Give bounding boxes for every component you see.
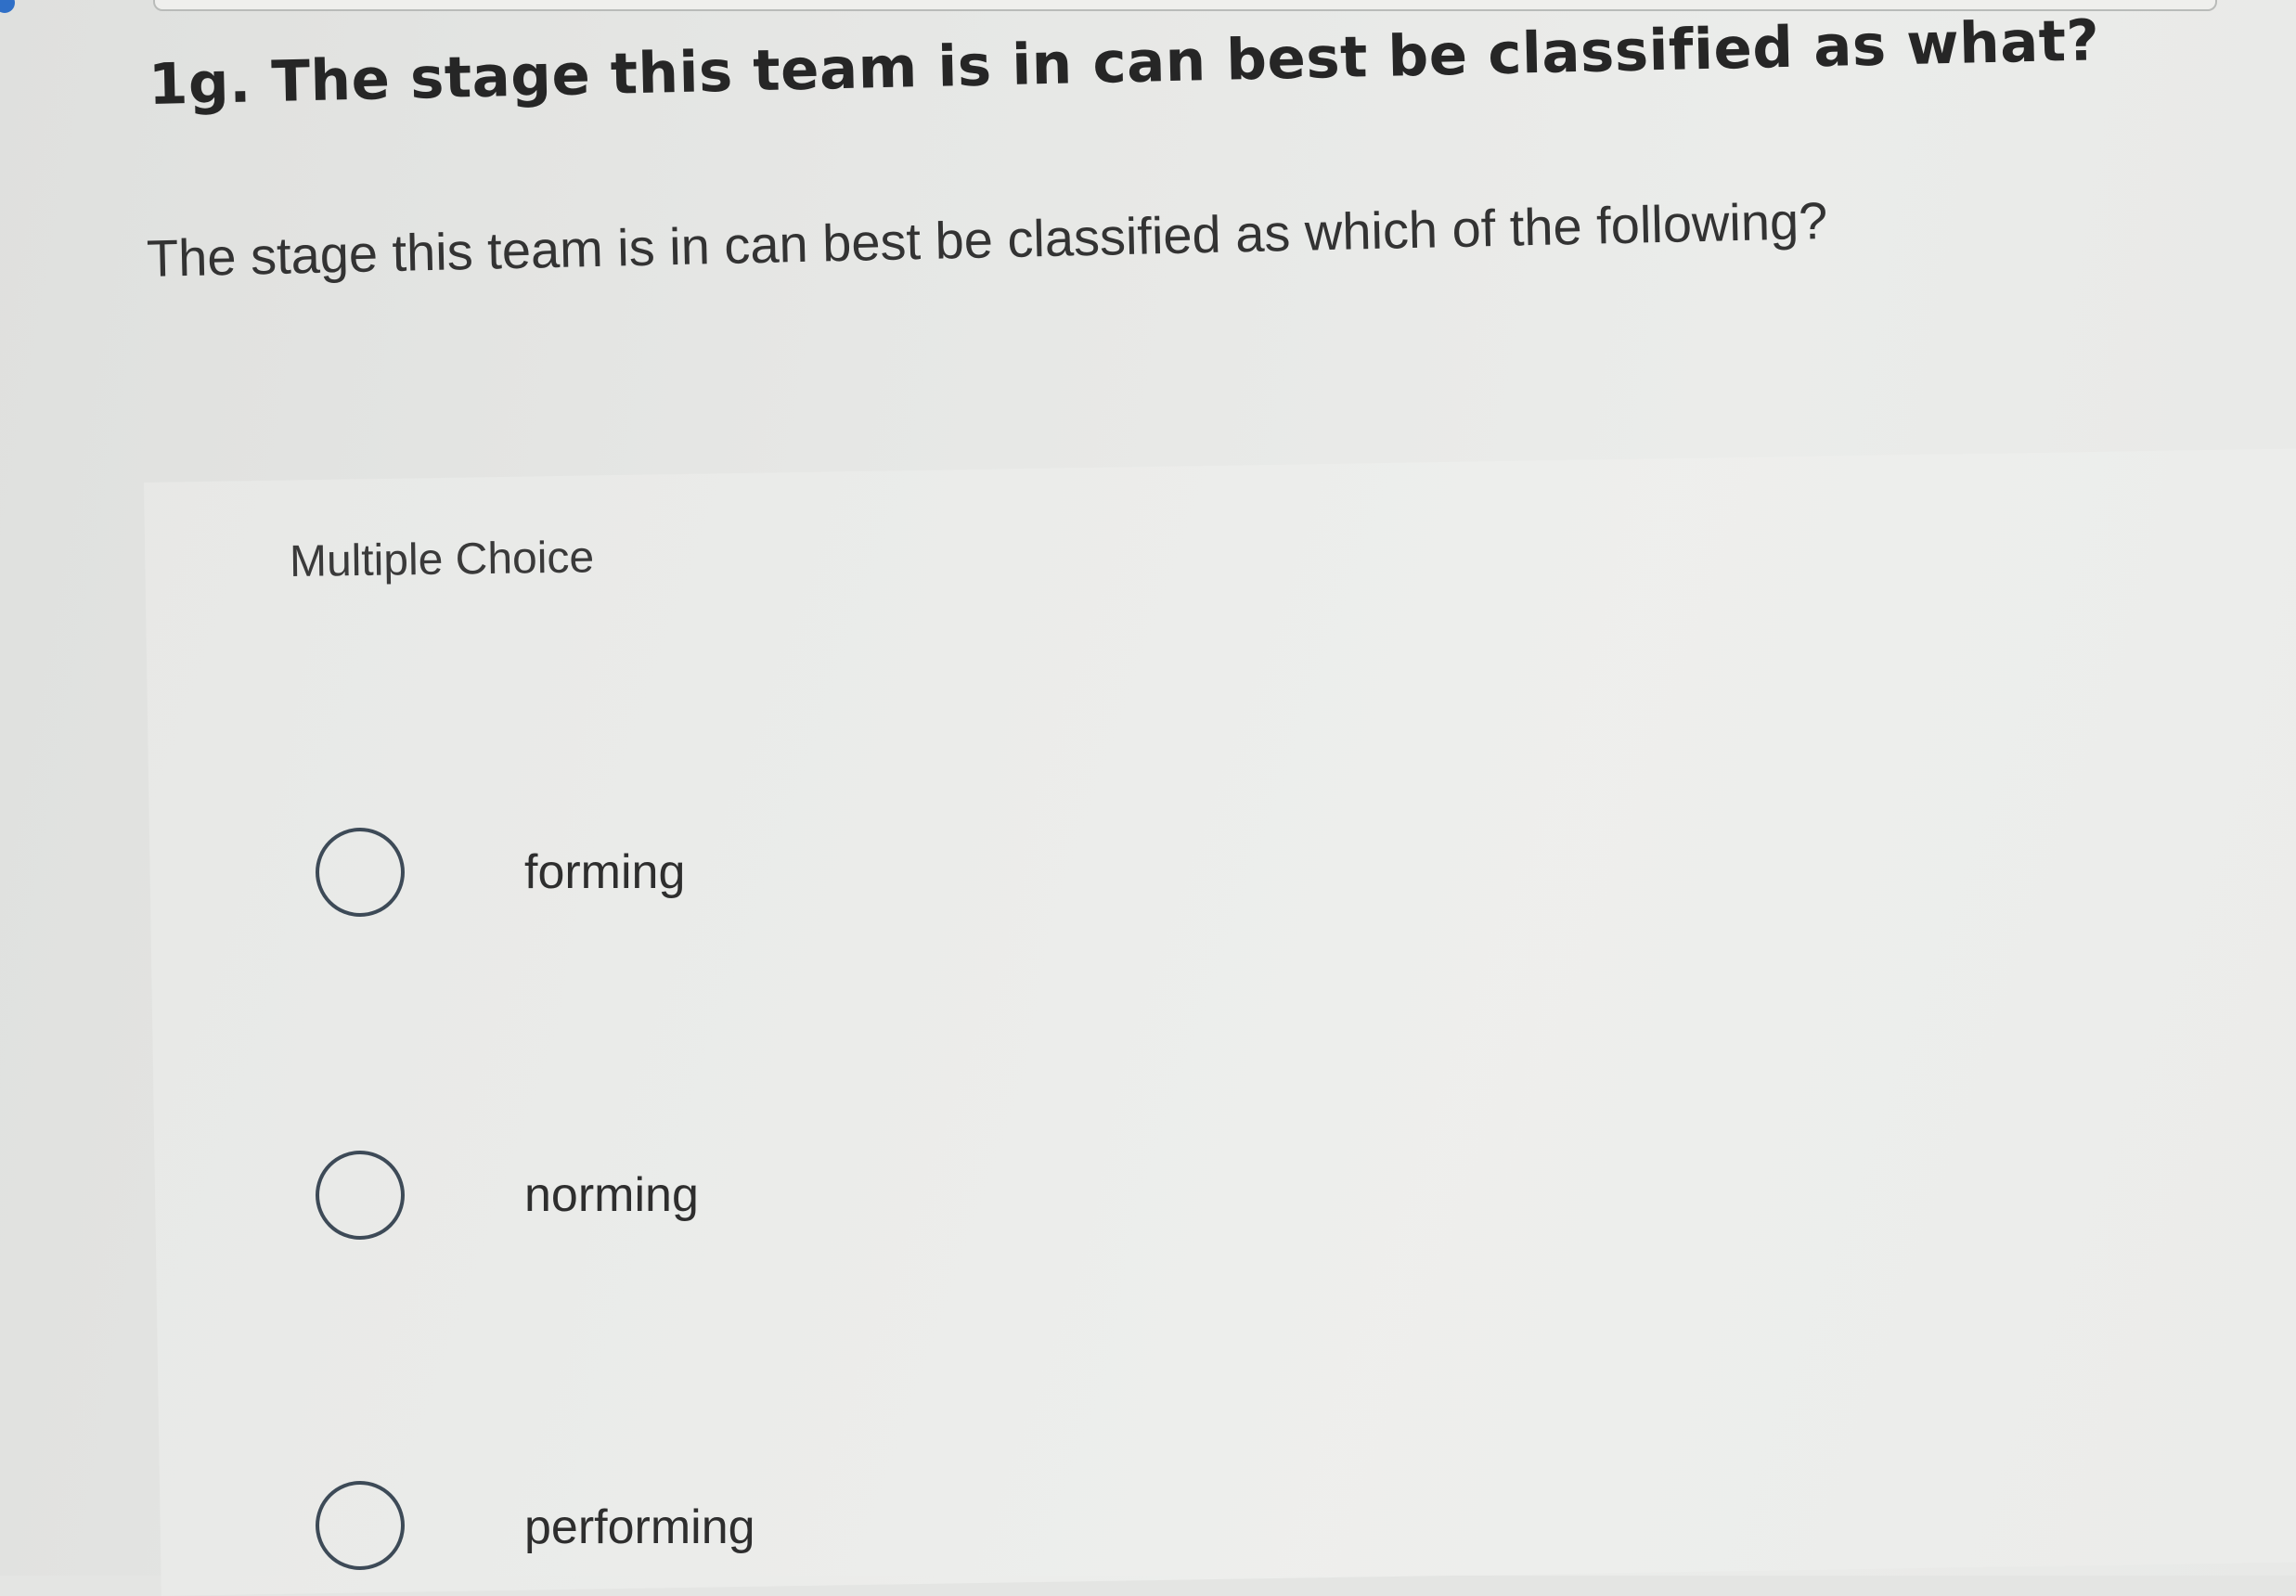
choice-panel bbox=[144, 448, 2296, 1596]
question-prompt: The stage this team is in can best be cl… bbox=[146, 190, 1828, 288]
option-label: norming bbox=[524, 1168, 699, 1222]
option-norming[interactable]: norming bbox=[316, 1151, 1615, 1253]
top-frame-edge bbox=[153, 0, 2217, 11]
question-page: 1g. The stage this team is in can best b… bbox=[0, 0, 2296, 1596]
radio-unselected-icon[interactable] bbox=[316, 1151, 405, 1240]
option-forming[interactable]: forming bbox=[316, 828, 1615, 930]
radio-unselected-icon[interactable] bbox=[316, 828, 405, 917]
question-title: 1g. The stage this team is in can best b… bbox=[148, 7, 2101, 118]
option-performing[interactable]: performing bbox=[316, 1477, 1615, 1579]
progress-dot-icon bbox=[0, 0, 15, 13]
choice-type-label: Multiple Choice bbox=[289, 533, 595, 586]
option-label: forming bbox=[524, 845, 686, 899]
option-label: performing bbox=[524, 1500, 755, 1554]
radio-unselected-icon[interactable] bbox=[316, 1481, 405, 1570]
